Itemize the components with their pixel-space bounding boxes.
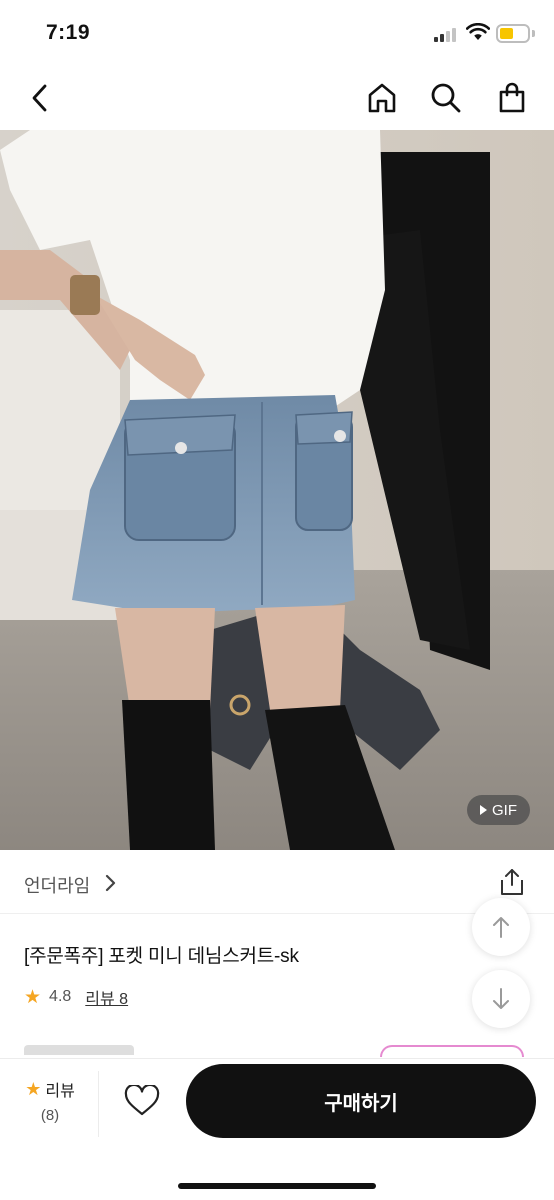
back-icon <box>32 84 47 112</box>
wishlist-button[interactable] <box>122 1081 162 1121</box>
top-nav-bar <box>0 66 554 130</box>
home-icon <box>368 83 396 113</box>
rating-row: ★ 4.8 리뷰 8 <box>24 985 128 1009</box>
share-icon <box>501 869 523 895</box>
gif-badge-label: GIF <box>492 801 517 819</box>
review-summary-label: 리뷰 <box>45 1083 75 1100</box>
star-icon: ★ <box>24 986 42 1008</box>
home-indicator <box>178 1183 376 1189</box>
brand-name: 언더라임 <box>24 876 91 896</box>
price-text-partial <box>24 1045 134 1055</box>
cellular-signal-icon <box>434 28 458 42</box>
back-button[interactable] <box>16 66 64 130</box>
buy-button[interactable]: 구매하기 <box>186 1064 536 1138</box>
wifi-icon <box>466 23 490 40</box>
arrow-up-icon <box>493 917 509 938</box>
home-button[interactable] <box>358 66 406 130</box>
share-button[interactable] <box>496 866 528 898</box>
status-bar: 7:19 <box>0 0 554 66</box>
search-icon <box>431 83 461 113</box>
brand-row[interactable]: 언더라임 <box>0 850 554 914</box>
gif-badge[interactable]: GIF <box>467 795 530 825</box>
shopping-bag-icon <box>499 82 525 113</box>
bottom-action-bar: ★ 리뷰 (8) 구매하기 <box>0 1058 554 1200</box>
review-link[interactable]: 리뷰 8 <box>85 985 128 1009</box>
product-photo-illustration <box>0 130 554 850</box>
heart-icon <box>124 1085 160 1116</box>
star-icon: ★ <box>25 1079 42 1099</box>
review-summary-button[interactable]: ★ 리뷰 (8) <box>18 1077 82 1133</box>
arrow-down-icon <box>493 988 509 1009</box>
chevron-right-icon <box>105 874 116 892</box>
play-icon <box>480 805 487 815</box>
search-button[interactable] <box>422 66 470 130</box>
scroll-down-button[interactable] <box>472 970 530 1028</box>
cart-button[interactable] <box>488 66 536 130</box>
status-time: 7:19 <box>46 21 91 44</box>
scroll-up-button[interactable] <box>472 898 530 956</box>
rating-value: 4.8 <box>49 988 72 1005</box>
review-summary-count: (8) <box>40 1107 60 1124</box>
battery-icon <box>496 24 530 43</box>
divider <box>98 1071 99 1137</box>
product-image[interactable]: GIF <box>0 130 554 850</box>
product-title: [주문폭주] 포켓 미니 데님스커트-sk <box>24 946 299 967</box>
